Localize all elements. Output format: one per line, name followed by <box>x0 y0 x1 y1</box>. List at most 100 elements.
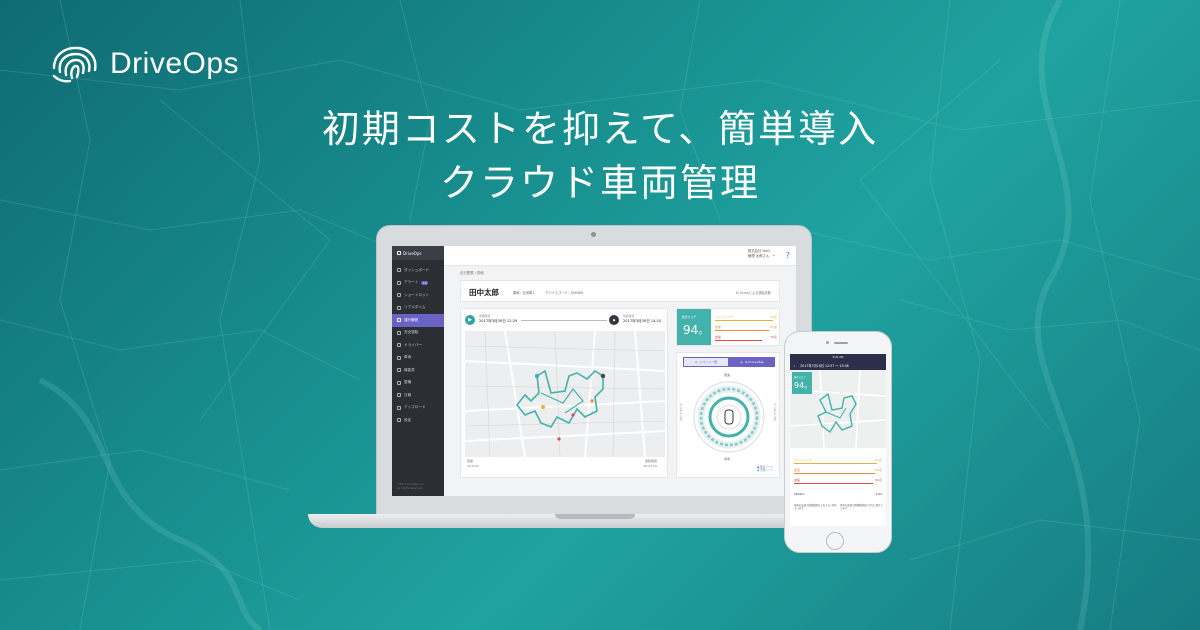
score-label: 総合スコア <box>682 315 696 319</box>
phone-nav-title: 2017年7月18日 12:57 ～ 13:58 <box>800 364 849 368</box>
distance-block: 距離 24.5 km <box>467 459 479 469</box>
sidebar-brand[interactable]: DriveOps <box>392 246 444 260</box>
sidebar-item-realtime[interactable]: リアルタイム <box>392 302 444 315</box>
ring-left-label: ハンドリング <box>679 403 683 421</box>
phone-camera <box>826 341 829 344</box>
phone-home-button[interactable] <box>826 532 844 550</box>
phone-bar-brake: 減速 90点 <box>794 478 882 486</box>
gforce-ring-chart[interactable] <box>691 379 767 455</box>
score-value: 94 <box>794 381 805 390</box>
flag-icon[interactable]: ⚑ <box>609 315 619 325</box>
hero-headline: 初期コストを抑えて、簡単導入 <box>321 107 879 151</box>
event-marker[interactable] <box>541 405 545 409</box>
score-unit: 点 <box>804 385 808 389</box>
document-icon <box>397 368 401 373</box>
help-icon[interactable]: ? <box>786 251 790 260</box>
sidebar-item-vehicle[interactable]: 車両 <box>392 352 444 365</box>
sidebar-item-dashboard[interactable]: ダッシュボード <box>392 264 444 277</box>
sidebar-item-label: ダッシュボード <box>404 267 430 272</box>
duration-value: 00:01:10 <box>643 464 657 468</box>
bar-label: ハンドリング <box>715 315 734 319</box>
list-icon: ≡ <box>694 360 698 364</box>
duration-block: 運転時間 00:01:10 <box>644 459 657 469</box>
bar-fill <box>794 483 874 485</box>
sidebar-item-label: アラート <box>404 280 419 285</box>
user-name: 管理 太郎さん <box>747 254 770 258</box>
sidebar-item-driver[interactable]: ドライバー <box>392 339 444 352</box>
sidebar-item-function[interactable]: 機能書 <box>392 364 444 377</box>
sidebar-item-label: 機能書 <box>404 367 415 372</box>
phone-distance: 264km <box>794 492 805 496</box>
car-icon <box>397 318 401 323</box>
sidebar-item-alert[interactable]: アラート 12 <box>392 277 444 290</box>
end-time: 2017年3月30日 14:10 <box>623 319 662 323</box>
phone-bar-accel: 加速 92点 <box>794 468 882 476</box>
sidebar-item-safety[interactable]: 安全運転 <box>392 327 444 340</box>
event-marker[interactable] <box>557 437 561 441</box>
sidebar-item-label: ドライバー <box>404 342 422 347</box>
total-score: 総合スコア 94点 <box>677 309 711 345</box>
event-marker[interactable] <box>590 399 594 403</box>
tab-label: イベント一覧 <box>699 360 718 364</box>
phone-note-left[interactable]: 車両の加速で推奨範囲以上を大きく超えています <box>794 504 838 511</box>
end-marker[interactable] <box>600 373 606 379</box>
target-icon: ◎ <box>740 360 743 364</box>
sidebar-footer: ©2017 DriveOps Inc. All Rights Reserved. <box>397 483 424 490</box>
score-card: 総合スコア 94点 ハンドリング 94点 加速 87点 減速 76点 <box>676 308 780 346</box>
fingerprint-logo-icon <box>397 251 401 255</box>
ring-top-label: 発進 <box>724 373 731 377</box>
score-bar-accel: 加速 87点 <box>715 325 777 333</box>
phone-note-right[interactable]: 車両の減速で推奨範囲をわずかに超えています <box>840 504 884 511</box>
sidebar-item-maintenance[interactable]: 整備 <box>392 377 444 390</box>
sidebar-item-label: 設定 <box>404 417 412 422</box>
route-map-graphic <box>465 331 665 457</box>
timeline-line <box>521 320 607 321</box>
bar-value: 76点 <box>770 335 777 339</box>
user-menu[interactable]: 株式会社 NAO 管理 太郎さん <box>748 249 770 259</box>
play-icon[interactable]: ▶ <box>465 315 475 325</box>
back-icon[interactable]: ‹ <box>794 364 795 368</box>
phone-speaker <box>834 342 848 344</box>
alert-count-badge: 12 <box>421 280 429 285</box>
sidebar-item-report[interactable]: 日報 <box>392 389 444 402</box>
phone-nav-bar: ‹ 2017年7月18日 12:57 ～ 13:58 <box>790 361 886 370</box>
ai-score-link[interactable]: Ai Scoreによる運転診断 <box>736 290 771 295</box>
sidebar-brand-name: DriveOps <box>403 250 422 256</box>
phone-total-score: 総合スコア 94点 <box>792 372 812 394</box>
sidebar-item-settings[interactable]: 設定 <box>392 414 444 427</box>
tab-events[interactable]: ≡ イベント一覧 <box>683 357 729 367</box>
driver-card: 田中太郎 車両：社用車１ デバイスコード：000060 Ai Scoreによる運… <box>460 280 780 302</box>
bar-value: 87点 <box>770 325 777 329</box>
dashboard-icon <box>397 268 401 273</box>
list-icon <box>397 293 401 298</box>
bar-value: 92点 <box>875 468 882 472</box>
sidebar-item-trip[interactable]: 運行解説 <box>392 314 444 327</box>
start-marker[interactable] <box>534 373 540 379</box>
driver-meta: 車両：社用車１ デバイスコード：000060 <box>513 290 583 295</box>
bar-fill <box>794 463 877 465</box>
sidebar: DriveOps ダッシュボード アラート 12 ショートロット リアルタイム 運… <box>392 246 444 496</box>
score-value: 94 <box>683 323 699 337</box>
tab-label: G-Force Map <box>744 360 764 364</box>
score-bar-handling: ハンドリング 94点 <box>715 315 777 323</box>
brand-logo[interactable]: DriveOps <box>48 44 239 84</box>
topbar: 株式会社 NAO 管理 太郎さん ⌄ ? <box>444 246 796 266</box>
breadcrumb[interactable]: 走行履歴 / 詳細 <box>460 270 484 275</box>
chevron-down-icon[interactable]: ⌄ <box>772 252 776 258</box>
score-unit: 点 <box>698 330 703 335</box>
sidebar-item-label: 整備 <box>404 380 412 385</box>
sidebar-item-label: 車両 <box>404 355 412 360</box>
event-marker[interactable] <box>571 413 575 417</box>
phone-bar-handling: ハンドリング 94点 <box>794 458 882 466</box>
report-icon <box>397 393 401 398</box>
sidebar-item-shortlot[interactable]: ショートロット <box>392 289 444 302</box>
tab-gforce-map[interactable]: ◎ G-Force Map <box>729 357 775 367</box>
fingerprint-logo-icon <box>52 46 97 83</box>
ring-right-label: ハンドリング <box>773 403 777 421</box>
trip-route-map[interactable] <box>465 331 665 457</box>
sidebar-item-label: リアルタイム <box>404 305 426 310</box>
sidebar-item-upload[interactable]: アップロード <box>392 402 444 415</box>
vehicle-meta: 車両：社用車１ <box>513 291 536 295</box>
brand-name: DriveOps <box>110 47 240 80</box>
bar-label: ハンドリング <box>794 458 813 462</box>
